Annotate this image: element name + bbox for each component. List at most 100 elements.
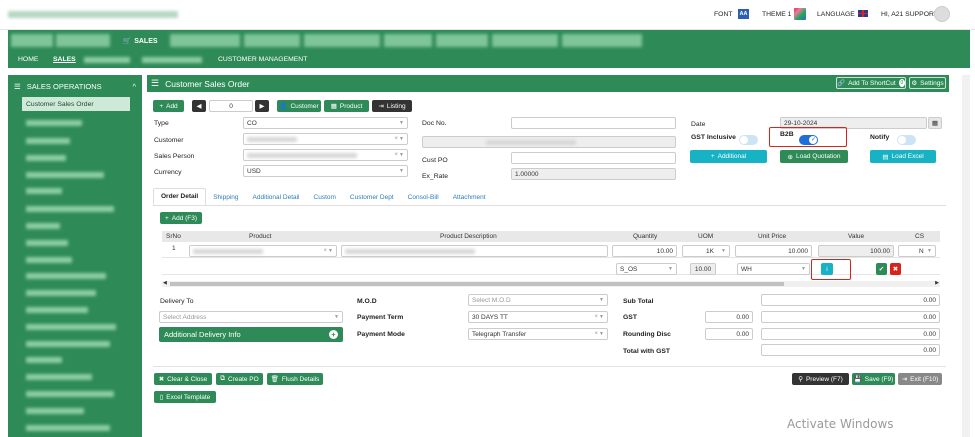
cust-po-input[interactable]	[511, 152, 676, 164]
sidebar-item[interactable]	[26, 273, 106, 279]
load-quotation-button[interactable]: ⊕ Load Quotation	[780, 150, 848, 163]
tab-order-detail[interactable]: Order Detail	[153, 188, 207, 205]
sidebar-item[interactable]	[26, 138, 70, 144]
quantity-input[interactable]: 10.00	[612, 245, 677, 257]
tab-additional-detail[interactable]: Additional Detail	[246, 194, 307, 205]
theme-icon[interactable]	[794, 8, 806, 20]
type-select[interactable]: CO ▼	[243, 117, 408, 129]
nav-tab-blurred[interactable]	[384, 34, 432, 47]
save-button[interactable]: 💾 Save (F9)	[852, 373, 895, 385]
clear-icon[interactable]: ×	[594, 331, 598, 337]
ex-rate-input[interactable]: 1.00000	[511, 168, 676, 180]
sidebar-item[interactable]	[26, 357, 62, 363]
sidebar-item[interactable]	[26, 223, 60, 229]
customer-select[interactable]: × ▼	[243, 133, 408, 145]
font-label[interactable]: FONT	[714, 11, 733, 18]
exit-button[interactable]: ⇥ Exit (F10)	[898, 373, 942, 385]
record-counter[interactable]: 0	[209, 100, 253, 112]
sidebar-header[interactable]: ☰ SALES OPERATIONS ^	[8, 77, 142, 95]
sidebar-item[interactable]	[26, 425, 110, 431]
sidebar-item[interactable]	[26, 206, 114, 212]
subnav-blurred[interactable]	[142, 57, 202, 63]
add-shortcut-button[interactable]: 🔗 Add To ShortCut 0	[836, 77, 906, 89]
subnav-sales[interactable]: SALES	[53, 56, 76, 63]
product-select[interactable]: × ▼	[189, 245, 337, 257]
select-address[interactable]: Select Address ▼	[159, 311, 343, 323]
location-select[interactable]: S_OS ▼	[616, 263, 677, 275]
chevron-up-icon[interactable]: ^	[132, 82, 136, 91]
additional-delivery-info-button[interactable]: Additional Delivery Info +	[159, 327, 343, 342]
clear-icon[interactable]: ×	[394, 136, 398, 142]
listing-button[interactable]: ⇥ Listing	[372, 100, 412, 112]
sidebar-item[interactable]	[26, 391, 114, 397]
scroll-left-icon[interactable]: ◀	[163, 280, 167, 286]
create-po-button[interactable]: ⧉ Create PO	[216, 373, 263, 385]
doc-no-input[interactable]	[511, 117, 676, 129]
user-greeting[interactable]: HI, A21 SUPPORT	[881, 11, 938, 18]
sidebar-item[interactable]	[26, 408, 84, 414]
nav-tab-blurred[interactable]	[562, 34, 642, 47]
clear-icon[interactable]: ×	[394, 152, 398, 158]
vertical-scrollbar[interactable]	[962, 75, 970, 437]
nav-tab-blurred[interactable]	[244, 34, 300, 47]
product-description-input[interactable]	[341, 245, 608, 257]
subnav-customer-management[interactable]: CUSTOMER MANAGEMENT	[218, 56, 307, 63]
nav-tab-home[interactable]	[11, 34, 53, 47]
notify-toggle[interactable]	[897, 135, 916, 145]
sidebar-item[interactable]	[26, 324, 116, 330]
sidebar-item[interactable]	[26, 307, 88, 313]
language-label[interactable]: LANGUAGE	[817, 11, 855, 18]
subnav-blurred[interactable]	[84, 57, 130, 63]
sidebar-item-customer-sales-order[interactable]: Customer Sales Order	[22, 97, 130, 111]
sidebar-item[interactable]	[26, 257, 72, 263]
unit-price-input[interactable]: 10.000	[735, 245, 812, 257]
warehouse-select[interactable]: WH ▼	[737, 263, 810, 275]
currency-select[interactable]: USD ▼	[243, 165, 408, 177]
sidebar-item[interactable]	[26, 374, 92, 380]
horizontal-scrollbar[interactable]: ◀ ▶	[162, 280, 940, 287]
payment-term-select[interactable]: 30 DAYS TT × ▼	[468, 311, 608, 323]
nav-tab-blurred[interactable]	[170, 34, 240, 47]
sidebar-item[interactable]	[26, 172, 104, 178]
clear-icon[interactable]: ×	[594, 314, 598, 320]
tab-consol-bill[interactable]: Consol-Bill	[401, 194, 446, 205]
nav-tab-sales[interactable]: 🛒 SALES	[114, 33, 166, 49]
avatar[interactable]	[934, 6, 950, 22]
sidebar-item[interactable]	[26, 155, 66, 161]
previous-button[interactable]: ◀	[192, 100, 206, 112]
flush-details-button[interactable]: 🗑 Flush Details	[267, 373, 323, 385]
sidebar-item[interactable]	[26, 341, 110, 347]
gst-rate-input[interactable]: 0.00	[705, 311, 753, 323]
tab-customer-dept[interactable]: Customer Dept	[343, 194, 401, 205]
payment-mode-select[interactable]: Telegraph Transfer × ▼	[468, 328, 608, 340]
scroll-right-icon[interactable]: ▶	[935, 280, 939, 286]
preview-button[interactable]: ⚲ Preview (F7)	[792, 373, 849, 385]
uom-select[interactable]: 1K ▼	[682, 245, 730, 257]
uk-flag-icon[interactable]	[858, 10, 868, 17]
mod-select[interactable]: Select M.O.D ▼	[468, 294, 608, 306]
scroll-thumb[interactable]	[170, 282, 784, 286]
next-button[interactable]: ▶	[255, 100, 269, 112]
tab-shipping[interactable]: Shipping	[206, 194, 245, 205]
delete-row-button[interactable]: ✖	[890, 263, 901, 275]
gst-inclusive-toggle[interactable]	[739, 135, 758, 145]
rounding-rate-input[interactable]: 0.00	[705, 328, 753, 340]
additional-button[interactable]: + Additional	[690, 150, 767, 163]
tab-custom[interactable]: Custom	[307, 194, 343, 205]
excel-template-button[interactable]: ▯ Excel Template	[154, 391, 216, 403]
nav-tab-blurred[interactable]	[304, 34, 380, 47]
load-excel-button[interactable]: ▤ Load Excel	[870, 150, 936, 163]
sidebar-item[interactable]	[26, 188, 62, 194]
sales-person-select[interactable]: × ▼	[243, 149, 408, 161]
clear-icon[interactable]: ×	[323, 248, 327, 254]
settings-button[interactable]: ⚙ Settings	[909, 77, 946, 89]
nav-tab-blurred[interactable]	[56, 34, 110, 47]
customer-button[interactable]: 👤 Customer	[277, 100, 321, 112]
sidebar-item[interactable]	[26, 240, 68, 246]
nav-tab-blurred[interactable]	[436, 34, 488, 47]
theme-label[interactable]: THEME 1	[762, 11, 791, 18]
sidebar-item[interactable]	[26, 120, 82, 126]
subnav-home[interactable]: HOME	[18, 56, 38, 63]
add-line-button[interactable]: + Add (F3)	[160, 212, 202, 224]
tab-attachment[interactable]: Attachment	[446, 194, 493, 205]
